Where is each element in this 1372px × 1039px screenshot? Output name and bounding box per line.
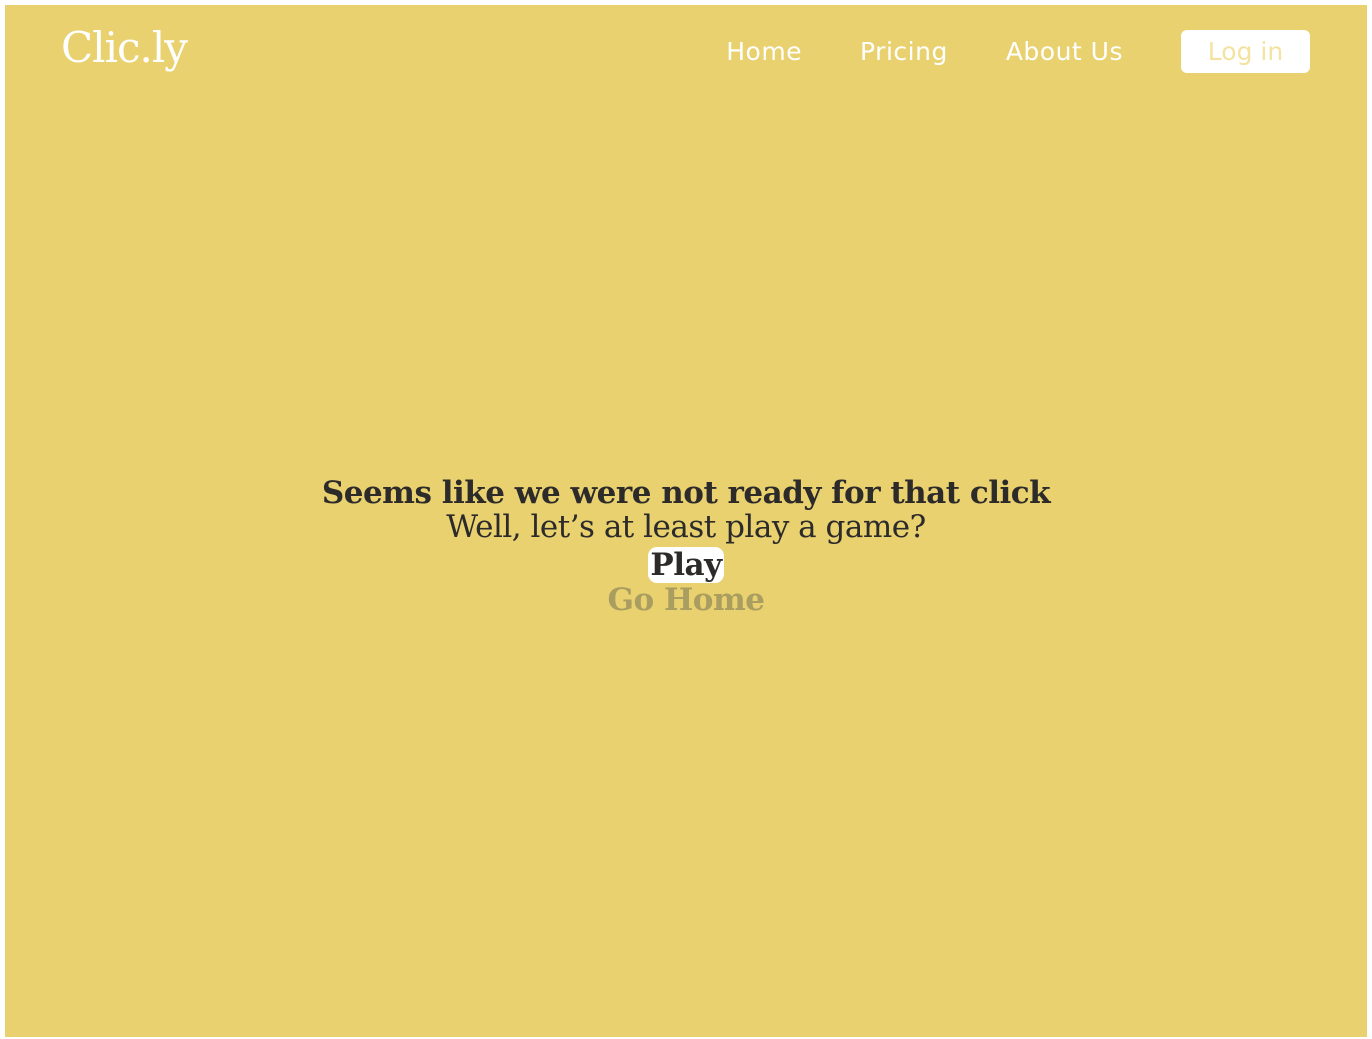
error-message-block: Seems like we were not ready for that cl…	[5, 475, 1367, 617]
go-home-link[interactable]: Go Home	[5, 583, 1367, 617]
login-button[interactable]: Log in	[1181, 30, 1310, 73]
nav-home-link[interactable]: Home	[726, 31, 802, 73]
nav-pricing-link[interactable]: Pricing	[860, 31, 948, 73]
error-subline: Well, let’s at least play a game?	[446, 509, 926, 545]
play-button[interactable]: Play	[648, 547, 724, 583]
page: Clic.ly Home Pricing About Us Log in See…	[5, 5, 1367, 1037]
brand-logo[interactable]: Clic.ly	[61, 23, 188, 73]
nav-about-us-link[interactable]: About Us	[1006, 31, 1123, 73]
top-nav: Home Pricing About Us Log in	[726, 30, 1310, 73]
error-headline: Seems like we were not ready for that cl…	[321, 475, 1051, 511]
